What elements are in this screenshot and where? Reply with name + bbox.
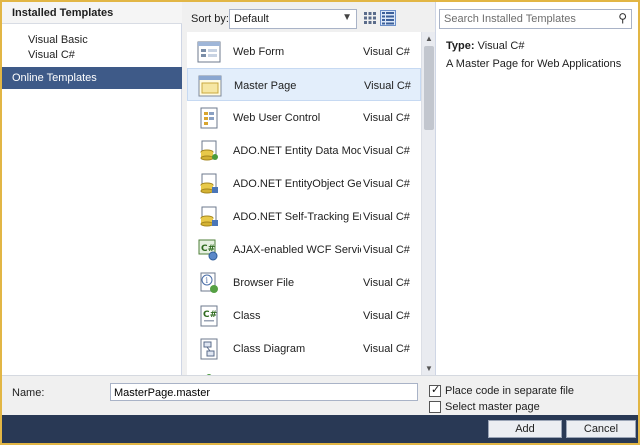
template-language: Visual C# <box>363 145 410 157</box>
search-icon[interactable]: ⚲ <box>618 11 627 25</box>
template-row-web-user-control[interactable]: Web User Control Visual C# <box>187 101 421 134</box>
list-toolbar: Sort by: Default ▼ <box>184 2 430 32</box>
scroll-down-icon[interactable]: ▼ <box>425 364 433 373</box>
master-page-icon <box>198 75 222 97</box>
template-language: Visual C# <box>363 112 410 124</box>
template-row-entity-data-model[interactable]: ADO.NET Entity Data Model Visual C# <box>187 134 421 167</box>
entity-model-icon <box>197 140 221 162</box>
template-language: Visual C# <box>363 277 410 289</box>
select-master-page-checkbox[interactable] <box>429 401 441 413</box>
template-name: ADO.NET Entity Data Model <box>233 145 361 157</box>
class-icon: C# <box>197 305 221 327</box>
template-name: Class <box>233 310 261 322</box>
svg-text:i: i <box>206 276 209 285</box>
template-language: Visual C# <box>363 343 410 355</box>
category-visual-csharp[interactable]: Visual C# <box>28 49 75 63</box>
template-details-panel: Search Installed Templates ⚲ Type: Visua… <box>435 2 638 375</box>
template-name: Web User Control <box>233 112 321 124</box>
details-view-icon[interactable] <box>380 10 396 26</box>
wcf-service-icon: C# <box>197 239 221 261</box>
cancel-button[interactable]: Cancel <box>566 420 636 438</box>
template-row-ajax-wcf-service[interactable]: C# AJAX-enabled WCF Service Visual C# <box>187 233 421 266</box>
template-language: Visual C# <box>363 310 410 322</box>
entity-generator-icon <box>197 173 221 195</box>
template-name: Class Diagram <box>233 343 306 355</box>
sort-by-label: Sort by: <box>191 13 229 25</box>
template-name: Web Form <box>233 46 285 58</box>
scroll-up-icon[interactable]: ▲ <box>425 34 433 43</box>
template-language: Visual C# <box>363 178 410 190</box>
template-language: Visual C# <box>363 244 410 256</box>
sort-by-select[interactable]: Default ▼ <box>229 9 357 29</box>
online-templates-item[interactable]: Online Templates <box>2 67 182 89</box>
template-list: Web Form Visual C# Master Page Visual C#… <box>187 32 421 375</box>
small-icons-view-icon[interactable] <box>362 10 378 26</box>
template-type: Type: Visual C# <box>446 40 524 52</box>
template-row-master-page[interactable]: Master Page Visual C# <box>187 68 421 101</box>
chevron-down-icon: ▼ <box>342 12 352 23</box>
name-label: Name: <box>12 387 45 399</box>
template-categories-panel: Installed Templates Visual Basic Visual … <box>2 2 182 375</box>
select-master-page-label[interactable]: Select master page <box>445 401 540 413</box>
sort-by-value: Default <box>234 13 269 25</box>
template-language: Visual C# <box>363 211 410 223</box>
browser-file-icon: i <box>197 272 221 294</box>
class-diagram-icon <box>197 338 221 360</box>
category-visual-basic[interactable]: Visual Basic <box>28 34 88 48</box>
scrollbar-thumb[interactable] <box>424 46 434 130</box>
template-row-class-diagram[interactable]: Class Diagram Visual C# <box>187 332 421 365</box>
dialog-button-bar: Add Cancel <box>2 415 638 443</box>
search-placeholder: Search Installed Templates <box>444 13 576 25</box>
self-tracking-icon <box>197 206 221 228</box>
template-language: Visual C# <box>364 80 411 92</box>
search-installed-templates-input[interactable]: Search Installed Templates ⚲ <box>439 9 632 29</box>
web-form-icon <box>197 41 221 63</box>
template-row-web-form[interactable]: Web Form Visual C# <box>187 35 421 68</box>
template-row-class[interactable]: C# Class Visual C# <box>187 299 421 332</box>
place-code-separate-checkbox[interactable] <box>429 383 441 397</box>
type-label: Type: <box>446 40 475 52</box>
template-name: Master Page <box>234 80 297 92</box>
installed-templates-header[interactable]: Installed Templates <box>2 2 182 24</box>
add-new-item-dialog: Installed Templates Visual Basic Visual … <box>2 2 638 443</box>
template-row-entityobject-generator[interactable]: ADO.NET EntityObject Gener... Visual C# <box>187 167 421 200</box>
template-row-browser-file[interactable]: i Browser File Visual C# <box>187 266 421 299</box>
add-button[interactable]: Add <box>488 420 562 438</box>
template-row-partial[interactable] <box>187 365 421 375</box>
type-value: Visual C# <box>477 40 525 52</box>
name-input[interactable] <box>110 383 418 401</box>
template-language: Visual C# <box>363 46 410 58</box>
template-name: Browser File <box>233 277 295 289</box>
template-row-self-tracking-entity[interactable]: ADO.NET Self-Tracking Entit... Visual C# <box>187 200 421 233</box>
template-name: ADO.NET Self-Tracking Entit... <box>233 211 361 223</box>
template-name: ADO.NET EntityObject Gener... <box>233 178 361 190</box>
web-user-control-icon <box>197 107 221 129</box>
name-options-area: Name: Place code in separate file Select… <box>2 375 638 415</box>
place-code-separate-label[interactable]: Place code in separate file <box>445 385 574 397</box>
template-list-scrollbar[interactable]: ▲ ▼ <box>421 32 435 375</box>
template-description: A Master Page for Web Applications <box>446 58 622 70</box>
svg-text:C#: C# <box>203 310 217 320</box>
template-name: AJAX-enabled WCF Service <box>233 244 361 256</box>
